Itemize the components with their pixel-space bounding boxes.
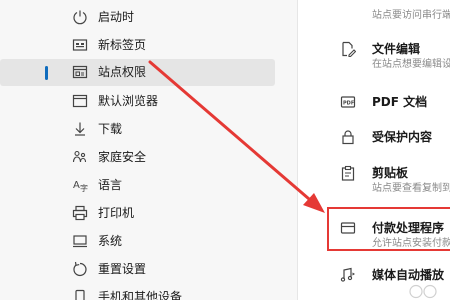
svg-text:A: A [73, 180, 80, 191]
default-browser-icon [72, 93, 88, 109]
sidebar-item-default-browser[interactable]: 默认浏览器 [0, 88, 275, 115]
printer-icon [72, 205, 88, 221]
sidebar-item-system[interactable]: 系统 [0, 228, 275, 255]
sidebar-item-site-permissions[interactable]: 站点权限 [0, 59, 275, 86]
sidebar-item-downloads[interactable]: 下载 [0, 116, 275, 143]
family-icon [72, 149, 88, 165]
permission-description: 站点要访问串行端口 [372, 10, 450, 21]
sidebar-item-printers[interactable]: 打印机 [0, 200, 275, 227]
download-icon [72, 121, 88, 137]
sidebar-item-phone-devices[interactable]: 手机和其他设备 [0, 284, 275, 300]
language-icon: A字 [72, 177, 88, 193]
reset-icon [72, 261, 88, 277]
watermark-logo [409, 284, 437, 299]
system-icon [72, 233, 88, 249]
media-autoplay-icon [340, 267, 356, 283]
permission-title: PDF 文档 [372, 95, 428, 109]
lock-icon [340, 129, 356, 145]
sidebar-item-family-safety[interactable]: 家庭安全 [0, 144, 275, 171]
sidebar-item-label: 新标签页 [98, 38, 147, 52]
permission-title: 文件编辑 [372, 42, 421, 56]
new-tab-icon [72, 37, 88, 53]
file-edit-icon [340, 41, 356, 57]
permission-title: 受保护内容 [372, 130, 433, 144]
sidebar-item-label: 打印机 [98, 206, 135, 220]
sidebar-item-label: 默认浏览器 [98, 94, 159, 108]
sidebar-item-startup[interactable]: 启动时 [0, 4, 275, 31]
settings-sidebar: 启动时 新标签页 站点权限 默认浏览器 下载 家庭安全 A字 语言 打印机 系统… [0, 0, 297, 300]
sidebar-item-label: 系统 [98, 234, 123, 248]
sidebar-item-label: 站点权限 [98, 65, 147, 79]
permission-description: 在站点想要编辑设备上的文件时询问 [372, 59, 450, 70]
annotation-highlight-box [327, 207, 450, 251]
permission-title: 剪贴板 [372, 166, 409, 180]
clipboard-icon [340, 165, 356, 181]
sidebar-item-label: 语言 [98, 178, 123, 192]
sidebar-item-reset-settings[interactable]: 重置设置 [0, 256, 275, 283]
svg-text:PDF: PDF [343, 101, 354, 107]
permission-file-editing[interactable]: 文件编辑 在站点想要编辑设备上的文件时询问 [298, 38, 450, 88]
sidebar-item-new-tab[interactable]: 新标签页 [0, 32, 275, 59]
site-permissions-icon [72, 64, 88, 80]
active-indicator [45, 66, 48, 80]
svg-text:字: 字 [80, 183, 88, 193]
pdf-icon: PDF [340, 94, 356, 110]
sidebar-item-label: 下载 [98, 122, 123, 136]
sidebar-item-label: 家庭安全 [98, 150, 147, 164]
permission-title: 媒体自动播放 [372, 268, 445, 282]
sidebar-item-label: 重置设置 [98, 262, 147, 276]
phone-icon [72, 289, 88, 300]
permission-clipboard[interactable]: 剪贴板 站点要查看复制到剪贴板的文本和图像 [298, 162, 450, 212]
permission-description: 站点要查看复制到剪贴板的文本和图像 [372, 183, 450, 194]
sidebar-item-label: 启动时 [98, 10, 135, 24]
power-icon [72, 9, 88, 25]
sidebar-item-label: 手机和其他设备 [98, 290, 183, 300]
sidebar-item-language[interactable]: A字 语言 [0, 172, 275, 199]
